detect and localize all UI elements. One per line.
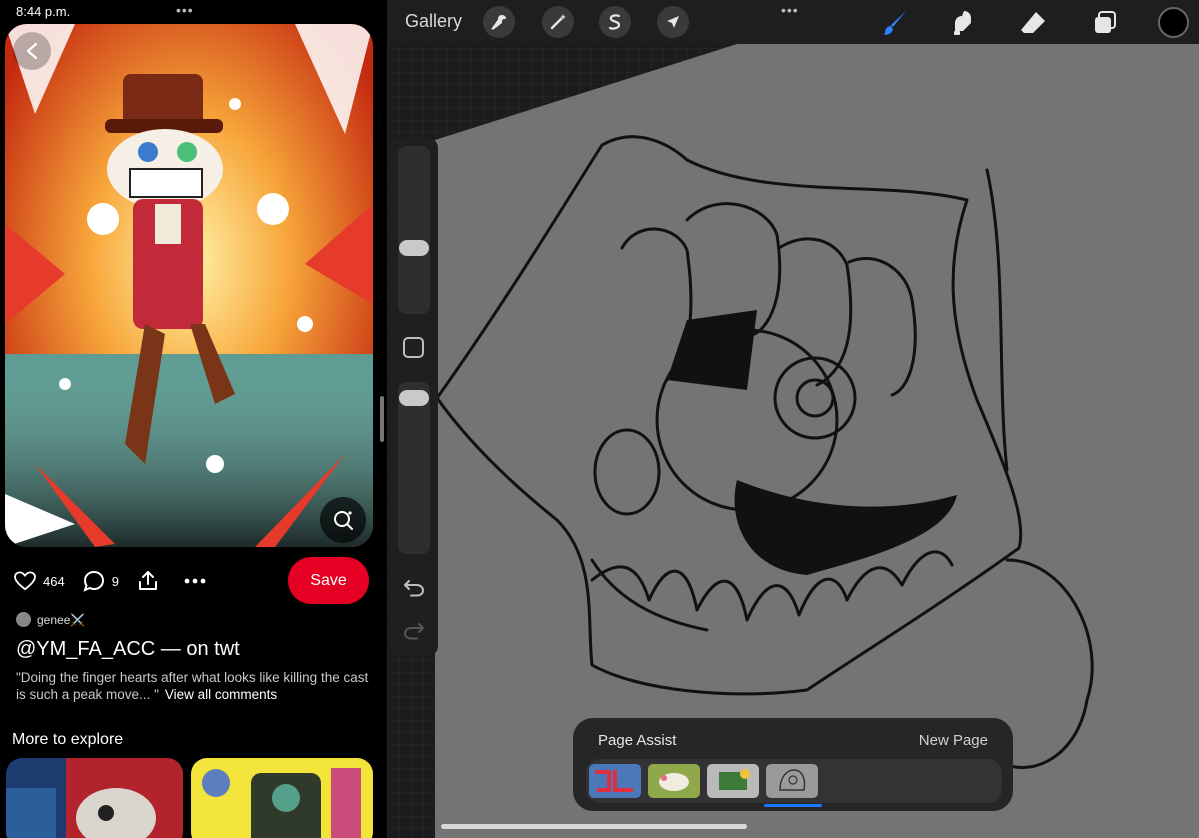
like-count: 464 [43, 573, 65, 589]
undo-icon [404, 580, 425, 597]
new-page-button[interactable]: New Page [919, 732, 988, 749]
home-indicator[interactable] [441, 824, 747, 829]
modify-button[interactable] [403, 337, 424, 358]
comment-icon [83, 570, 104, 592]
redo-button[interactable] [402, 619, 426, 643]
explore-pin-1-image [6, 758, 183, 838]
explore-pin-2-image [191, 758, 373, 838]
explore-pin-2[interactable] [191, 758, 373, 838]
page-assist-title: Page Assist [598, 732, 677, 749]
page-assist-panel: Page Assist New Page [573, 718, 1013, 811]
pinterest-pane: 8:44 p.m. ••• 464 9 Save genee⚔️ @YM_FA_… [0, 0, 386, 838]
brush-size-slider[interactable] [398, 146, 430, 314]
avatar [16, 612, 31, 627]
smudge-icon [954, 11, 971, 35]
save-button[interactable]: Save [288, 557, 369, 604]
opacity-knob[interactable] [399, 390, 429, 406]
visual-search-button[interactable] [320, 497, 366, 543]
view-all-comments-link[interactable]: View all comments [165, 687, 277, 702]
redo-icon [403, 623, 424, 640]
page-thumbnail-1[interactable] [589, 764, 641, 798]
back-button[interactable] [13, 32, 51, 70]
page-thumbnail-2[interactable] [648, 764, 700, 798]
layers-button[interactable] [1090, 8, 1120, 38]
pin-title: @YM_FA_ACC — on twt [16, 638, 240, 660]
brush-button[interactable] [880, 8, 910, 38]
magic-wand-icon [550, 14, 566, 30]
brush-icon [884, 11, 906, 35]
pin-illustration [5, 24, 373, 547]
visual-search-icon [334, 511, 353, 530]
pin-description: "Doing the finger hearts after what look… [16, 669, 376, 703]
page-thumbnail-3-image [707, 764, 759, 798]
brush-size-knob[interactable] [399, 240, 429, 256]
layers-icon [1095, 11, 1116, 33]
page-thumbnail-strip [586, 759, 1002, 803]
status-time: 8:44 p.m. [16, 4, 71, 19]
page-thumbnail-1-image [589, 764, 641, 798]
actions-button[interactable] [483, 6, 515, 38]
adjustments-button[interactable] [542, 6, 574, 38]
pin-actions: 464 9 [14, 566, 231, 596]
gallery-button[interactable]: Gallery [405, 11, 462, 32]
undo-button[interactable] [402, 576, 426, 600]
smudge-button[interactable] [948, 8, 978, 38]
selection-icon [608, 14, 621, 30]
more-to-explore-heading: More to explore [12, 731, 124, 748]
pin-image[interactable] [5, 24, 373, 547]
selection-button[interactable] [599, 6, 631, 38]
pin-author[interactable]: genee⚔️ [16, 612, 85, 627]
transform-button[interactable] [657, 6, 689, 38]
split-view-handle[interactable] [380, 396, 384, 442]
chevron-left-icon [26, 42, 38, 60]
opacity-slider[interactable] [398, 382, 430, 554]
eraser-button[interactable] [1018, 8, 1048, 38]
share-button[interactable] [137, 570, 166, 592]
multitask-dots[interactable]: ••• [176, 2, 194, 18]
heart-icon [14, 571, 36, 591]
page-thumbnail-2-image [648, 764, 700, 798]
comment-count: 9 [111, 573, 119, 589]
procreate-toolbar: Gallery ••• [387, 0, 1199, 44]
wrench-icon [491, 15, 506, 30]
author-name: genee⚔️ [37, 612, 86, 627]
more-options-button[interactable] [184, 578, 213, 584]
selected-page-indicator [764, 804, 822, 807]
drawing-canvas[interactable] [387, 0, 1199, 838]
like-button[interactable]: 464 [14, 571, 65, 591]
multitask-dots[interactable]: ••• [781, 2, 799, 18]
page-thumbnail-4[interactable] [766, 764, 818, 798]
procreate-pane: Gallery ••• Page Assist New Page [387, 0, 1199, 838]
explore-pin-1[interactable] [6, 758, 183, 838]
comment-button[interactable]: 9 [83, 570, 119, 592]
page-thumbnail-4-image [766, 764, 818, 798]
color-picker-button[interactable] [1158, 7, 1189, 38]
eraser-icon [1021, 12, 1045, 33]
arrow-icon [667, 16, 679, 28]
page-thumbnail-3[interactable] [707, 764, 759, 798]
procreate-sidebar [390, 138, 438, 656]
share-icon [138, 571, 157, 590]
more-dots-icon [184, 578, 206, 584]
